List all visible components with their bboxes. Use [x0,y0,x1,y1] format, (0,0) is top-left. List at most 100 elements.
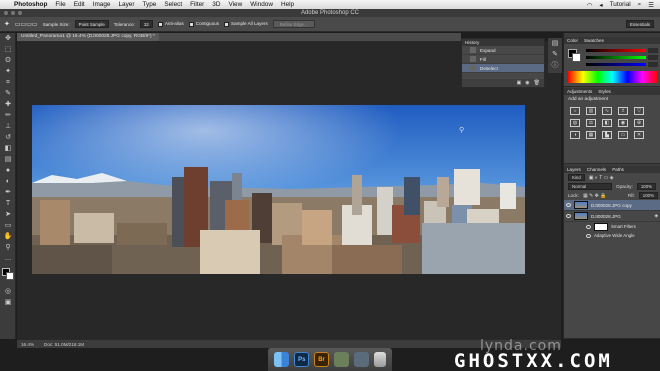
tab-color[interactable]: Color [567,37,578,44]
history-tab[interactable]: History [465,39,479,46]
gradient-tool-icon[interactable]: ▤ [1,154,15,165]
blur-tool-icon[interactable]: ● [1,165,15,176]
green-slider[interactable] [586,56,646,59]
blue-value-input[interactable] [648,62,658,67]
black-white-icon[interactable]: ◧ [602,119,612,127]
panorama-image[interactable] [32,105,525,274]
menu-edit[interactable]: Edit [74,1,85,8]
selection-mode-icons[interactable]: ▭▭▭▭ [15,21,38,28]
menu-help[interactable]: Help [281,1,294,8]
threshold-icon[interactable]: ▙ [602,131,612,139]
document-tab[interactable]: Untitled_Panorama1 @ 16.4% (DJI00028.JPG… [17,33,159,41]
layer-kind-filter[interactable]: Kind [568,174,585,181]
delete-state-icon[interactable]: 🗑 [534,80,540,86]
zoom-window-button[interactable] [18,11,22,15]
path-selection-tool-icon[interactable]: ➤ [1,209,15,220]
info-panel-icon[interactable]: ⓘ [548,60,562,71]
hue-saturation-icon[interactable]: ◍ [570,119,580,127]
search-icon[interactable]: ⌕ [638,1,642,9]
menu-image[interactable]: Image [93,1,111,8]
tab-channels[interactable]: Channels [587,166,606,173]
healing-brush-tool-icon[interactable]: ✚ [1,99,15,110]
eyedropper-tool-icon[interactable]: ✎ [1,88,15,99]
doc-size[interactable]: Doc: 51.0M/218.1M [44,342,84,347]
menu-view[interactable]: View [228,1,242,8]
workspace-select[interactable]: Essentials [625,20,654,28]
tab-swatches[interactable]: Swatches [584,37,604,44]
red-slider[interactable] [586,49,646,52]
trash-icon[interactable] [373,352,386,367]
gradient-map-icon[interactable]: ▭ [618,131,628,139]
bridge-icon[interactable]: Br [314,352,330,367]
sample-all-layers-checkbox[interactable] [224,21,230,27]
menu-file[interactable]: File [55,1,65,8]
zoom-tool-icon[interactable]: ⚲ [1,242,15,253]
anti-alias-toggle[interactable]: Anti-alias [157,21,184,27]
menu-window[interactable]: Window [250,1,273,8]
color-spectrum[interactable] [568,71,657,83]
volume-icon[interactable]: ◂ [599,1,602,9]
color-swatches[interactable] [1,267,15,283]
history-item-deselect[interactable]: Deselect [462,64,544,73]
visibility-eye-icon[interactable] [566,214,571,218]
invert-icon[interactable]: ◑ [570,131,580,139]
magic-wand-tool-icon[interactable]: ✦ [1,66,15,77]
close-window-button[interactable] [4,11,8,15]
menu-app-name[interactable]: Photoshop [14,1,47,8]
menu-3d[interactable]: 3D [212,1,220,8]
minimize-window-button[interactable] [11,11,15,15]
posterize-icon[interactable]: ▦ [586,131,596,139]
visibility-eye-icon[interactable] [566,203,571,207]
history-brush-tool-icon[interactable]: ↺ [1,132,15,143]
tolerance-input[interactable]: 32 [139,20,153,28]
dodge-tool-icon[interactable]: ◐ [1,176,15,187]
clone-stamp-tool-icon[interactable]: ⊥ [1,121,15,132]
layer-row[interactable]: DJI00028.JPG ◈ [564,211,660,222]
menu-filter[interactable]: Filter [190,1,204,8]
adaptive-wide-angle-row[interactable]: Adaptive Wide Angle [564,231,660,240]
fill-input[interactable]: 100% [638,192,658,199]
blend-mode-select[interactable]: Normal [568,183,612,190]
curves-icon[interactable]: ∿ [602,107,612,115]
finder-icon[interactable] [274,352,290,367]
color-balance-icon[interactable]: ⚖ [586,119,596,127]
menu-type[interactable]: Type [142,1,156,8]
opacity-input[interactable]: 100% [636,183,657,190]
refine-edge-button[interactable]: Refine Edge... [272,20,315,28]
layer-name[interactable]: DJI00028.JPG [591,214,621,219]
pen-tool-icon[interactable]: ✒ [1,187,15,198]
levels-icon[interactable]: ▥ [586,107,596,115]
screen-mode-icon[interactable]: ▣ [1,297,15,308]
vibrance-icon[interactable]: ▽ [634,107,644,115]
shape-tool-icon[interactable]: ▭ [1,220,15,231]
quick-mask-icon[interactable]: ◎ [1,286,15,297]
tab-styles[interactable]: Styles [598,88,611,95]
wifi-icon[interactable]: ◠ [587,1,593,9]
eraser-tool-icon[interactable]: ◧ [1,143,15,154]
crop-tool-icon[interactable]: ⌗ [1,77,15,88]
anti-alias-checkbox[interactable] [157,21,163,27]
new-document-from-state-icon[interactable]: ▣ [517,80,522,86]
magic-wand-icon[interactable]: ✦ [4,20,10,28]
brightness-contrast-icon[interactable]: ☼ [570,107,580,115]
background-color-chip[interactable] [572,53,581,62]
smart-filters-row[interactable]: Smart Filters [564,222,660,231]
filter-icons[interactable]: ▣ ◐ T ▭ ◈ [589,175,614,181]
red-value-input[interactable] [648,48,658,53]
history-item-expand[interactable]: Expand [462,46,544,55]
layer-name[interactable]: DJI00028.JPG copy [591,203,632,208]
sample-all-layers-toggle[interactable]: Sample All Layers [224,21,268,27]
move-tool-icon[interactable]: ✥ [1,33,15,44]
visibility-eye-icon[interactable] [586,224,591,229]
photoshop-icon[interactable]: Ps [294,352,310,367]
user-menu[interactable]: Tutorial [610,1,631,8]
layer-row[interactable]: DJI00028.JPG copy [564,200,660,211]
preview-icon[interactable] [333,352,349,367]
brush-tool-icon[interactable]: ✏ [1,110,15,121]
green-value-input[interactable] [648,55,658,60]
image-folder-icon[interactable] [353,352,369,367]
menu-layer[interactable]: Layer [118,1,134,8]
sample-size-select[interactable]: Point Sample [74,20,109,28]
hand-tool-icon[interactable]: ✋ [1,231,15,242]
tab-adjustments[interactable]: Adjustments [567,88,592,95]
